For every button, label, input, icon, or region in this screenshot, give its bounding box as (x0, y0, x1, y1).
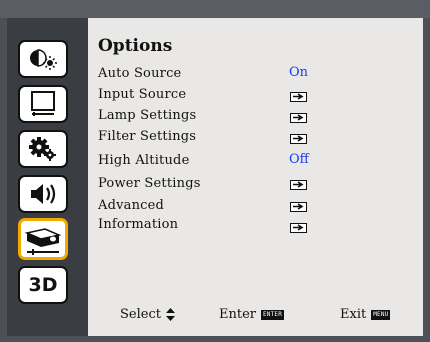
power-settings-enter-icon[interactable] (290, 180, 307, 190)
lamp-settings-enter-icon[interactable] (290, 113, 307, 123)
menu-key-icon: MENU (371, 309, 391, 320)
enter-key-icon: ENTER (261, 309, 285, 320)
projector-options-icon (24, 228, 62, 255)
tab-3d[interactable]: 3D (18, 266, 68, 304)
menu-item-advanced[interactable]: Advanced (98, 198, 164, 213)
tab-display[interactable] (18, 85, 68, 123)
tab-picture[interactable] (18, 40, 68, 78)
top-strip (0, 0, 430, 18)
tab-volume[interactable] (18, 175, 68, 213)
up-down-arrows-icon (165, 308, 175, 321)
select-label: Select (120, 307, 161, 322)
advanced-enter-icon[interactable] (290, 202, 307, 212)
speaker-volume-icon (31, 184, 56, 204)
menu-item-information[interactable]: Information (98, 217, 178, 232)
auto-source-value[interactable]: On (289, 65, 308, 80)
enter-label: Enter (219, 307, 256, 322)
tab-options[interactable] (18, 218, 68, 260)
filter-settings-enter-icon[interactable] (290, 134, 307, 144)
input-source-enter-icon[interactable] (290, 92, 307, 102)
display-screen-icon (31, 91, 55, 116)
picture-brightness-icon (30, 49, 57, 70)
footer-hints: Select Enter ENTER Exit MENU (88, 305, 423, 325)
menu-item-lamp-settings[interactable]: Lamp Settings (98, 108, 196, 123)
menu-title: Options (98, 36, 173, 56)
menu-item-input-source[interactable]: Input Source (98, 87, 186, 102)
menu-item-auto-source[interactable]: Auto Source (98, 66, 181, 81)
exit-hint: Exit MENU (340, 307, 391, 322)
tab-settings[interactable] (18, 130, 68, 168)
information-enter-icon[interactable] (290, 223, 307, 233)
high-altitude-value[interactable]: Off (289, 152, 309, 167)
menu-item-filter-settings[interactable]: Filter Settings (98, 129, 196, 144)
menu-item-high-altitude[interactable]: High Altitude (98, 153, 189, 168)
settings-gears-icon (29, 137, 56, 161)
enter-hint: Enter ENTER (219, 307, 285, 322)
select-hint: Select (120, 307, 175, 322)
3d-icon: 3D (28, 274, 58, 296)
menu-item-power-settings[interactable]: Power Settings (98, 176, 201, 191)
exit-label: Exit (340, 307, 367, 322)
